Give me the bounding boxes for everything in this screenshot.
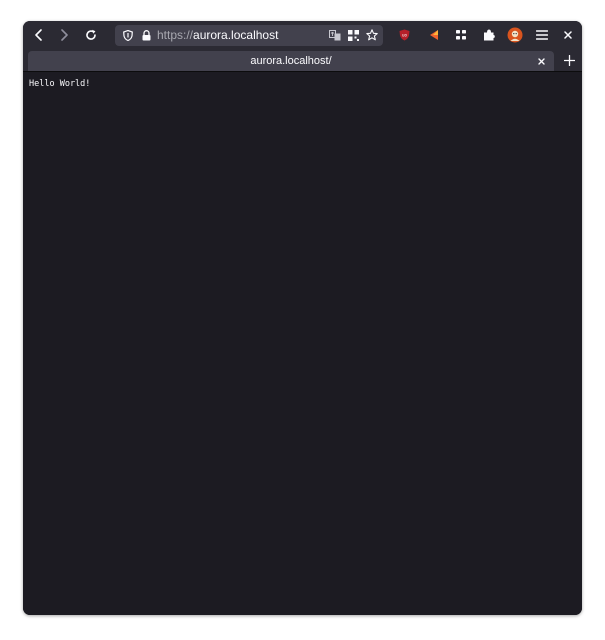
profile-avatar-icon[interactable] <box>506 26 524 44</box>
close-icon <box>537 57 545 65</box>
shield-icon[interactable] <box>121 28 135 42</box>
back-button[interactable] <box>30 26 48 44</box>
puzzle-piece-icon[interactable] <box>481 27 497 43</box>
tab-bar: aurora.localhost/ <box>23 49 582 72</box>
apps-grid-icon[interactable] <box>453 27 469 43</box>
page-body-text: Hello World! <box>29 79 91 89</box>
tab-aurora-localhost[interactable]: aurora.localhost/ <box>28 51 554 71</box>
page-content: Hello World! <box>23 72 582 615</box>
tab-close-button[interactable] <box>534 54 548 68</box>
reload-icon <box>86 29 96 40</box>
extension-arrow-icon[interactable] <box>425 27 441 43</box>
new-tab-button[interactable] <box>561 52 577 68</box>
hamburger-menu-icon <box>536 30 548 40</box>
lock-icon[interactable] <box>139 28 153 42</box>
url-bar[interactable]: https://aurora.localhost <box>115 25 383 46</box>
url-scheme: https:// <box>157 28 194 42</box>
url-host: aurora.localhost <box>193 28 279 42</box>
star-icon[interactable] <box>365 28 379 42</box>
svg-text:uo: uo <box>402 33 408 38</box>
reload-button[interactable] <box>82 26 100 44</box>
hamburger-menu-button[interactable] <box>533 26 551 44</box>
browser-toolbar: https://aurora.localhost uo <box>23 21 582 49</box>
chevron-left-icon <box>35 29 42 41</box>
close-icon <box>564 31 572 39</box>
plus-icon <box>563 54 575 66</box>
tab-title: aurora.localhost/ <box>250 55 332 67</box>
chevron-right-icon <box>61 29 68 41</box>
qr-code-icon[interactable] <box>346 28 360 42</box>
ublock-origin-icon[interactable]: uo <box>396 27 412 43</box>
browser-window: https://aurora.localhost uo aurora.local… <box>23 21 582 615</box>
forward-button[interactable] <box>55 26 73 44</box>
url-text[interactable]: https://aurora.localhost <box>157 25 278 46</box>
translate-icon[interactable] <box>328 28 342 42</box>
window-close-button[interactable] <box>559 26 577 44</box>
